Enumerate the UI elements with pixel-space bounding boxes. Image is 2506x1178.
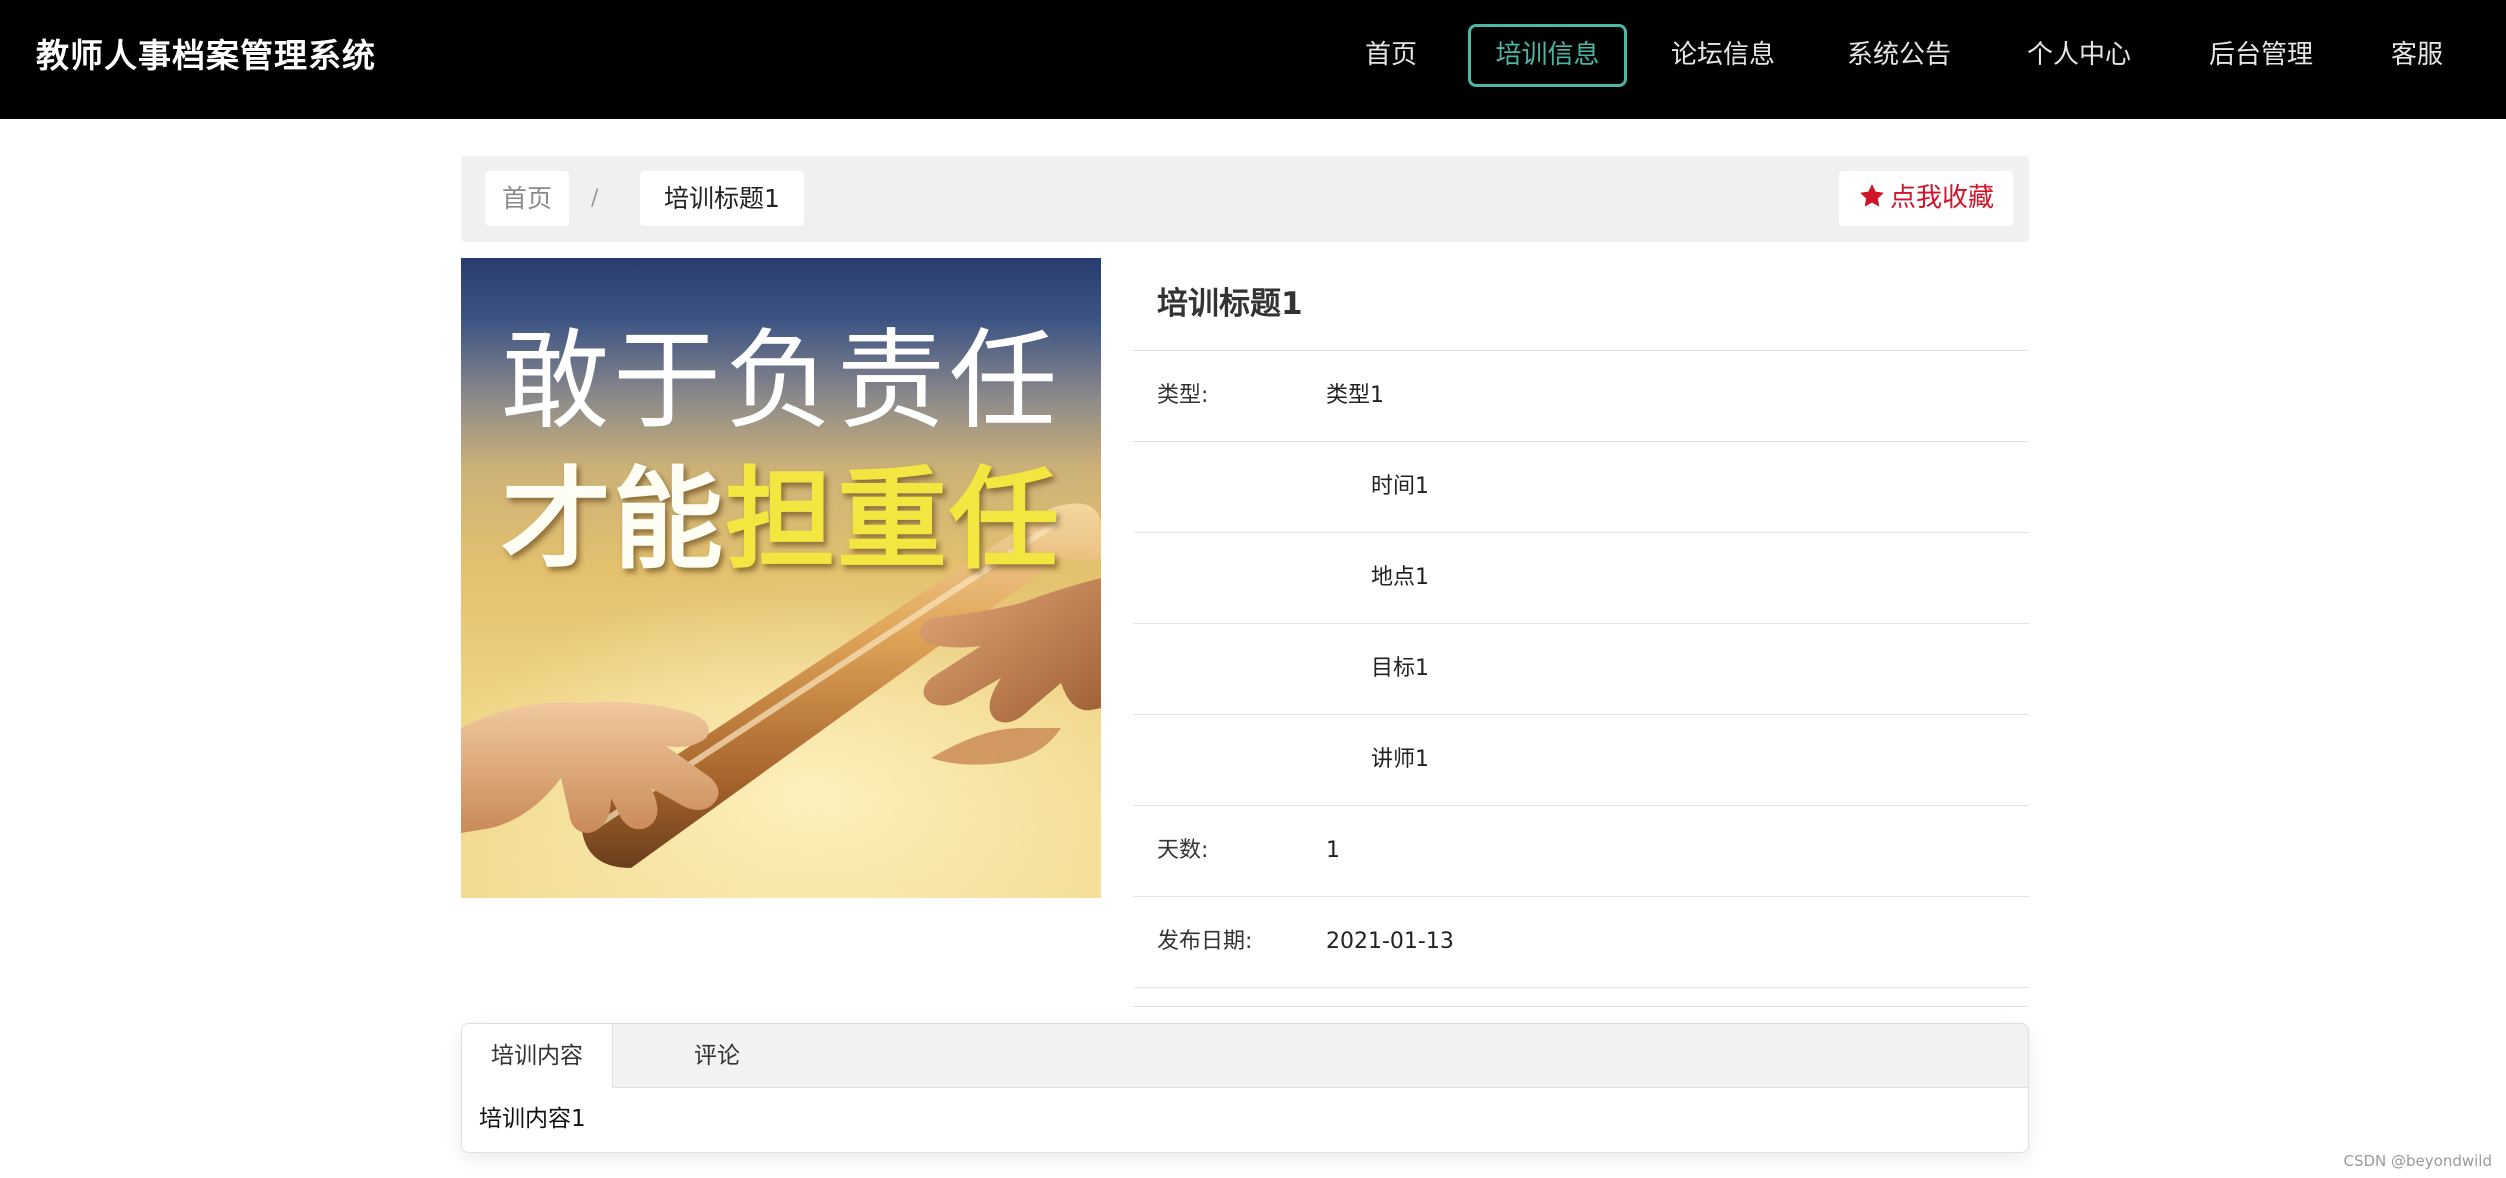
detail-row-place: 地点1	[1133, 533, 2029, 624]
place-value: 地点1	[1371, 565, 1429, 590]
star-icon	[1860, 184, 1884, 207]
breadcrumb-separator: /	[591, 186, 599, 211]
nav-announcement[interactable]: 系统公告	[1844, 24, 1954, 87]
top-navbar: 教师人事档案管理系统 首页 培训信息 论坛信息 系统公告 个人中心 后台管理 客…	[0, 0, 2506, 119]
detail-row-days: 天数: 1	[1133, 806, 2029, 897]
days-value: 1	[1326, 838, 1340, 863]
tab-comments[interactable]: 评论	[642, 1024, 792, 1088]
training-title: 培训标题1	[1133, 258, 2029, 351]
type-value: 类型1	[1326, 383, 1384, 408]
poster-subheadline-yellow: 担重任	[725, 456, 1061, 584]
detail-row-teacher: 讲师1	[1133, 715, 2029, 806]
favorite-label: 点我收藏	[1889, 183, 1994, 213]
tabs-header: 培训内容 评论	[462, 1024, 2028, 1088]
days-label: 天数:	[1157, 838, 1209, 863]
breadcrumb-home[interactable]: 首页	[485, 171, 569, 226]
nav-admin[interactable]: 后台管理	[2206, 24, 2316, 87]
tab-training-content[interactable]: 培训内容	[462, 1024, 613, 1088]
detail-row-goal: 目标1	[1133, 624, 2029, 715]
poster-subheadline-white: 才能	[501, 456, 725, 584]
detail-row-type: 类型: 类型1	[1133, 351, 2029, 442]
content-tabs: 培训内容 评论 培训内容1	[461, 1023, 2029, 1153]
poster-headline: 敢于负责任	[500, 319, 1061, 444]
training-content-text: 培训内容1	[479, 1106, 586, 1132]
poster-subheadline: 才能担重任	[461, 430, 1101, 590]
favorite-button[interactable]: 点我收藏	[1839, 171, 2013, 226]
breadcrumb-bar: 首页 / 培训标题1 点我收藏	[461, 156, 2029, 242]
date-value: 2021-01-13	[1326, 929, 1454, 954]
teacher-value: 讲师1	[1371, 747, 1429, 772]
breadcrumb-current: 培训标题1	[640, 171, 804, 226]
detail-row-date: 发布日期: 2021-01-13	[1133, 897, 2029, 988]
nav-customer-service[interactable]: 客服	[2384, 24, 2450, 87]
training-detail-panel: 培训标题1 类型: 类型1 时间1 地点1 目标1 讲师1 天数: 1 发布日期…	[1133, 258, 2029, 1007]
nav-personal-center[interactable]: 个人中心	[2024, 24, 2134, 87]
nav-home[interactable]: 首页	[1358, 24, 1424, 87]
nav-forum[interactable]: 论坛信息	[1668, 24, 1778, 87]
detail-divider	[1133, 988, 2029, 1007]
date-label: 发布日期:	[1157, 929, 1253, 954]
watermark: CSDN @beyondwild	[2343, 1152, 2493, 1170]
main-nav: 首页 培训信息 论坛信息 系统公告 个人中心 后台管理 客服	[0, 0, 2506, 111]
nav-training[interactable]: 培训信息	[1468, 24, 1627, 87]
training-poster-image: 敢于负责任 才能担重任	[461, 258, 1101, 898]
detail-row-time: 时间1	[1133, 442, 2029, 533]
goal-value: 目标1	[1371, 656, 1429, 681]
time-value: 时间1	[1371, 474, 1429, 499]
type-label: 类型:	[1157, 383, 1209, 408]
